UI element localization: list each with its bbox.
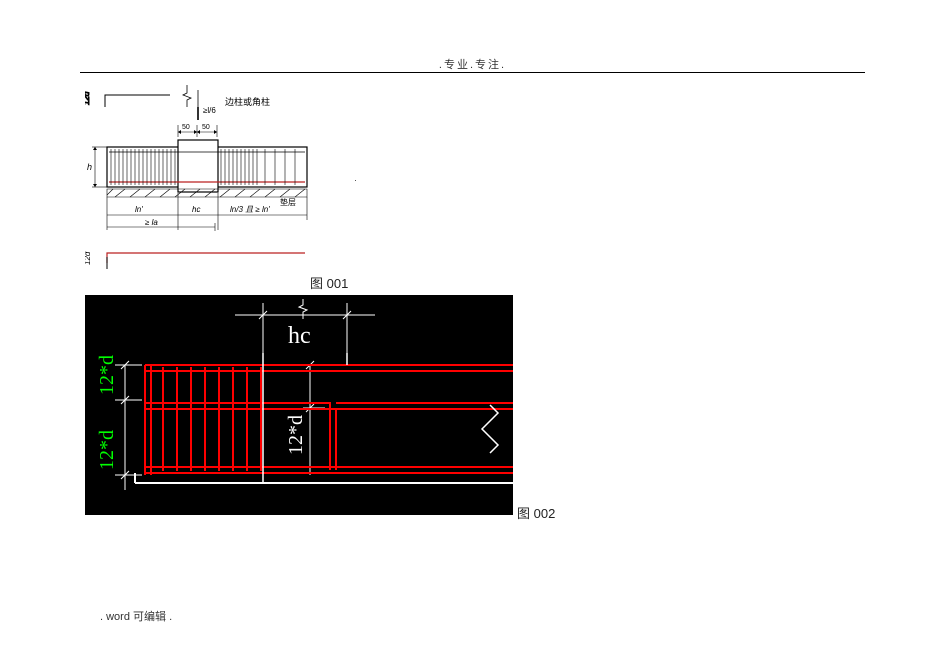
fig1-label-hc: hc	[192, 205, 200, 214]
figure-001-svg: 12d ≥l/6 边柱或角柱 50 50	[85, 85, 310, 285]
page-header-watermark: .专业.专注.	[0, 56, 945, 72]
dot-decoration	[355, 180, 356, 181]
figure-001: 12d ≥l/6 边柱或角柱 50 50	[85, 85, 310, 285]
figure-002-container: hc 12*d 12*d 12*d	[85, 295, 513, 515]
fig1-label-span: ln/3 且 ≥ ln'	[230, 205, 270, 214]
fig1-label-12d-bot: 12d	[85, 251, 92, 265]
fig1-label-la: ≥ la	[145, 218, 158, 227]
fig2-label-hc: hc	[288, 323, 311, 349]
fig1-label-12d-top: 12d	[85, 91, 91, 105]
fig1-label-l6: ≥l/6	[203, 106, 216, 115]
fig2-label-12d-bot: 12*d	[96, 430, 118, 470]
figure-001-container: 12d ≥l/6 边柱或角柱 50 50	[85, 85, 310, 285]
figure-002-svg: hc 12*d 12*d 12*d	[85, 295, 513, 515]
fig1-label-50b: 50	[202, 124, 210, 131]
figure-002: hc 12*d 12*d 12*d	[85, 295, 513, 515]
fig1-label-h: h	[87, 162, 92, 172]
fig1-label-50a: 50	[182, 124, 190, 131]
fig2-label-12d-center: 12*d	[285, 415, 307, 455]
fig1-label-column: 边柱或角柱	[225, 96, 270, 107]
figure-001-caption: 图 001	[310, 273, 348, 292]
header-rule	[80, 72, 865, 73]
fig1-label-ln: ln'	[135, 205, 143, 214]
fig1-label-cushion: 垫层	[280, 197, 296, 207]
fig2-label-12d-top: 12*d	[96, 355, 118, 395]
figure-002-caption: 图 002	[517, 503, 555, 522]
page-footer: . word 可编辑 .	[100, 608, 172, 624]
